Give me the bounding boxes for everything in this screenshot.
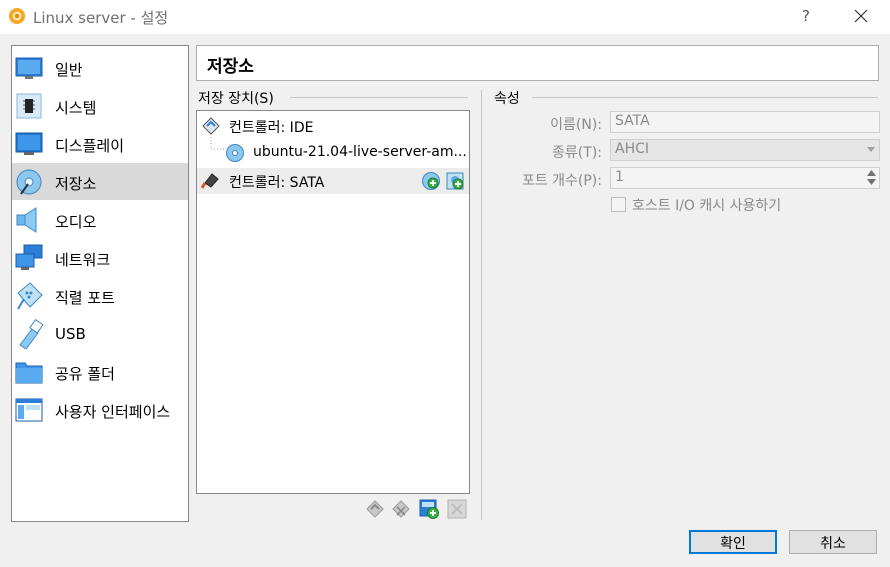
ide-controller-icon: [202, 117, 220, 135]
usb-icon: [19, 319, 44, 349]
title-bar: Linux server - 설정 ?: [0, 0, 890, 34]
ports-label: 포트 개수(P):: [521, 173, 602, 189]
storage-devices-label: 저장 장치(S): [198, 88, 280, 108]
storage-group-divider: [290, 97, 468, 98]
sidebar-item-shared-folders[interactable]: 공유 폴더: [12, 353, 188, 390]
add-optical-drive-icon[interactable]: [421, 171, 441, 191]
serial-port-icon: [17, 282, 43, 310]
name-label: 이름(N):: [550, 117, 602, 133]
attributes-group-divider: [532, 97, 878, 98]
disk-icon: [16, 169, 42, 195]
chevron-down-icon: [867, 147, 875, 152]
sata-controller-icon: [201, 173, 219, 189]
sidebar-item-usb[interactable]: USB: [12, 315, 188, 352]
help-button[interactable]: ?: [796, 5, 816, 27]
remove-attachment-icon[interactable]: [446, 498, 468, 520]
ok-button[interactable]: 확인: [689, 530, 777, 554]
sidebar-item-audio[interactable]: 오디오: [12, 201, 188, 238]
sidebar-item-storage[interactable]: 저장소: [12, 163, 188, 200]
type-select[interactable]: AHCI: [610, 139, 880, 161]
virtualbox-gear-icon: [9, 8, 25, 24]
host-io-cache-label: 호스트 I/O 캐시 사용하기: [632, 198, 782, 214]
sidebar-item-system[interactable]: 시스템: [12, 87, 188, 124]
name-field[interactable]: SATA: [610, 111, 880, 133]
spin-down-icon[interactable]: [867, 179, 876, 185]
monitor-icon: [15, 57, 43, 79]
remove-controller-icon[interactable]: [390, 498, 412, 520]
close-icon[interactable]: [846, 3, 876, 29]
user-interface-icon: [15, 398, 43, 422]
host-io-cache-checkbox[interactable]: [611, 197, 626, 212]
display-icon: [15, 132, 43, 155]
tree-item-sata-controller[interactable]: 컨트롤러: SATA: [197, 168, 469, 194]
sidebar-item-display[interactable]: 디스플레이: [12, 125, 188, 162]
tree-item-optical-disc[interactable]: ubuntu-21.04-live-server-am...: [197, 140, 469, 166]
ports-stepper[interactable]: 1: [610, 167, 880, 189]
page-title: 저장소: [207, 57, 254, 77]
add-attachment-icon[interactable]: [418, 498, 440, 520]
sidebar-item-general[interactable]: 일반: [12, 49, 188, 86]
network-icon: [15, 244, 43, 270]
type-label: 종류(T):: [552, 145, 602, 161]
storage-tree[interactable]: 컨트롤러: IDE ubuntu-21.04-live-server-am...…: [196, 110, 470, 494]
window-title: Linux server - 설정: [33, 9, 169, 27]
page-title-box: 저장소: [196, 45, 879, 81]
spin-up-icon[interactable]: [867, 170, 876, 176]
chip-icon: [16, 93, 42, 119]
attributes-label: 속성: [494, 88, 526, 108]
tree-item-ide-controller[interactable]: 컨트롤러: IDE: [197, 113, 469, 139]
sidebar-item-network[interactable]: 네트워크: [12, 239, 188, 276]
folder-icon: [15, 362, 43, 384]
settings-sidebar: 일반 시스템 디스플레이 저장소 오디오 네트워크 직렬 포트 USB 공유 폴…: [11, 45, 189, 522]
add-controller-icon[interactable]: [364, 498, 386, 520]
sidebar-item-serial-ports[interactable]: 직렬 포트: [12, 277, 188, 314]
sidebar-item-user-interface[interactable]: 사용자 인터페이스: [12, 391, 188, 428]
cancel-button[interactable]: 취소: [789, 530, 877, 554]
optical-disc-icon: [226, 144, 244, 162]
speaker-icon: [16, 207, 37, 233]
